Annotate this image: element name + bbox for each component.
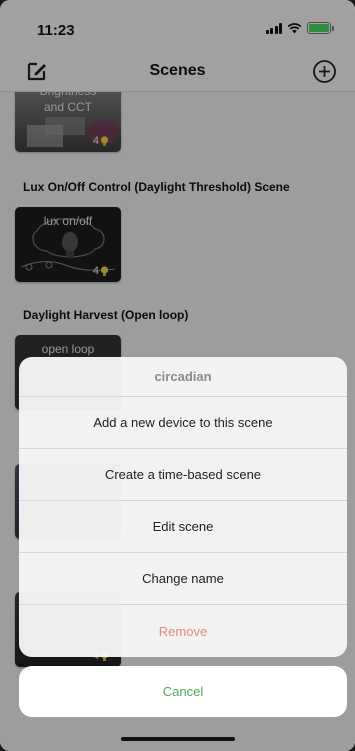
change-name-option[interactable]: Change name bbox=[19, 553, 347, 605]
cancel-button[interactable]: Cancel bbox=[19, 666, 347, 717]
action-sheet: circadian Add a new device to this scene… bbox=[19, 357, 347, 657]
action-sheet-title: circadian bbox=[19, 357, 347, 397]
edit-scene-option[interactable]: Edit scene bbox=[19, 501, 347, 553]
add-device-option[interactable]: Add a new device to this scene bbox=[19, 397, 347, 449]
home-indicator[interactable] bbox=[121, 737, 235, 741]
create-time-based-scene-option[interactable]: Create a time-based scene bbox=[19, 449, 347, 501]
remove-option[interactable]: Remove bbox=[19, 605, 347, 657]
phone-screen: 11:23 Scenes and CCT 4 Lux On/Off Contro… bbox=[0, 0, 355, 751]
